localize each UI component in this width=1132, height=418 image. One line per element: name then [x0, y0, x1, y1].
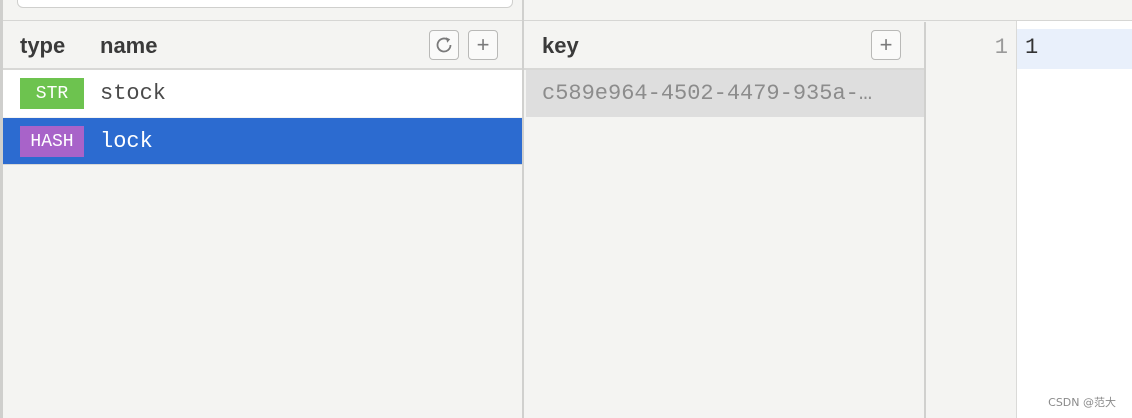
- watermark: CSDN @范大: [1048, 396, 1116, 409]
- key-row-selected[interactable]: HASH lock: [3, 118, 522, 165]
- plus-icon: +: [476, 32, 490, 57]
- key-row[interactable]: STR stock: [3, 70, 522, 117]
- value-editor: 1 1: [926, 21, 1132, 418]
- line-number: 1: [994, 35, 1008, 60]
- key-column-header: key: [542, 33, 579, 58]
- row-divider: [3, 164, 522, 165]
- key-name: stock: [100, 81, 167, 106]
- keys-header: type name +: [3, 21, 522, 70]
- fields-header: key +: [524, 21, 924, 70]
- filter-bar: [3, 0, 522, 21]
- field-row[interactable]: c589e964-4502-4479-935a-…: [526, 70, 924, 117]
- line-number-gutter: 1: [926, 21, 1017, 418]
- field-key: c589e964-4502-4479-935a-…: [542, 81, 873, 106]
- keys-panel: type name + STR stock HASH lock: [3, 21, 522, 418]
- editor-text-area[interactable]: 1: [1017, 21, 1132, 418]
- type-column-header: type: [20, 33, 66, 58]
- refresh-icon: [436, 37, 452, 53]
- key-name: lock: [100, 129, 153, 154]
- type-badge: STR: [20, 78, 84, 109]
- refresh-button[interactable]: [429, 30, 459, 60]
- add-field-button[interactable]: +: [871, 30, 901, 60]
- add-key-button[interactable]: +: [468, 30, 498, 60]
- plus-icon: +: [879, 32, 893, 57]
- name-column-header: name: [100, 33, 158, 58]
- fields-panel: key + c589e964-4502-4479-935a-…: [524, 21, 924, 418]
- detail-toolbar: [524, 0, 1132, 21]
- editor-line[interactable]: 1: [1025, 35, 1038, 60]
- type-badge: HASH: [20, 126, 84, 157]
- search-input[interactable]: [17, 0, 513, 8]
